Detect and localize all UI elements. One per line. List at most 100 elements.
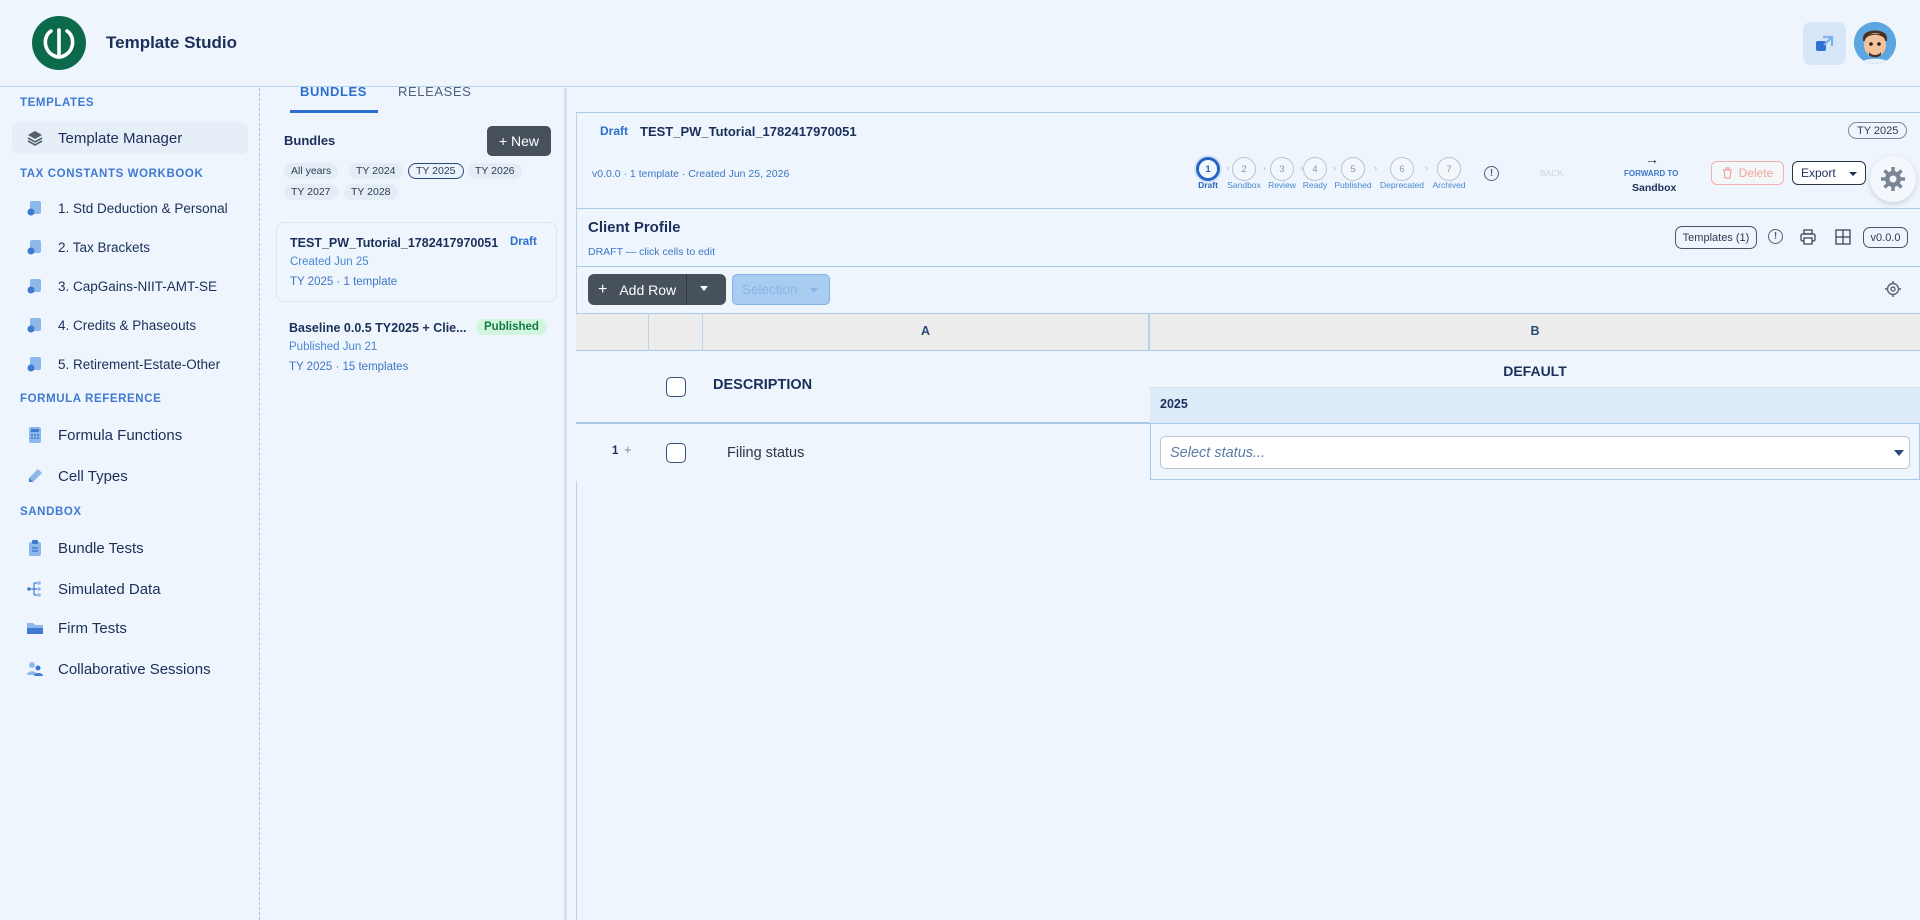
external-link-button[interactable] xyxy=(1803,22,1846,65)
select-all-checkbox[interactable] xyxy=(666,377,686,397)
delete-button[interactable]: Delete xyxy=(1711,161,1784,185)
step-deprecated[interactable]: 6 xyxy=(1390,157,1414,181)
version-button[interactable]: v0.0.0 xyxy=(1863,227,1908,248)
plus-icon: + xyxy=(598,280,608,298)
filing-status-select[interactable]: Select status... xyxy=(1160,436,1910,469)
grid-settings-icon[interactable] xyxy=(1884,280,1902,298)
forward-target[interactable]: Sandbox xyxy=(1632,182,1676,194)
workbook-icon xyxy=(27,279,41,294)
sidebar-item-simulated-data[interactable]: Simulated Data xyxy=(12,573,248,605)
sidebar-item-collaborative-sessions[interactable]: Collaborative Sessions xyxy=(12,653,248,685)
sidebar-item-tax-brackets[interactable]: 2. Tax Brackets xyxy=(12,231,248,263)
bundle-card-baseline[interactable]: Baseline 0.0.5 TY2025 + Clie... Publishe… xyxy=(276,308,557,388)
status-badge-draft: Draft xyxy=(510,236,537,248)
filter-chip-all-years[interactable]: All years xyxy=(284,163,339,179)
sidebar-item-cell-types[interactable]: Cell Types xyxy=(12,460,248,492)
sidebar-item-label: 1. Std Deduction & Personal xyxy=(58,200,228,216)
workbook-icon xyxy=(27,201,41,216)
sidebar-item-label: Formula Functions xyxy=(58,426,183,444)
forward-button-label[interactable]: FORWARD TO xyxy=(1624,169,1678,178)
templates-button[interactable]: Templates (1) xyxy=(1675,226,1757,249)
filter-chip-ty2027[interactable]: TY 2027 xyxy=(284,184,338,200)
row-description[interactable]: Filing status xyxy=(727,445,804,461)
external-link-icon xyxy=(1816,35,1834,51)
selection-dropdown[interactable]: Selection xyxy=(732,274,830,305)
back-button[interactable]: BACK xyxy=(1540,168,1563,178)
grid-view-icon[interactable] xyxy=(1835,229,1851,245)
bundles-heading: Bundles xyxy=(284,133,336,148)
avatar-face-icon xyxy=(1854,22,1896,64)
description-header: DESCRIPTION xyxy=(713,377,813,393)
spreadsheet-grid: A B DESCRIPTION DEFAULT 2025 1 + Filing … xyxy=(576,313,1920,481)
section-templates: TEMPLATES xyxy=(20,97,95,109)
sidebar-item-label: Cell Types xyxy=(58,467,128,485)
sidebar-item-label: Firm Tests xyxy=(58,619,127,637)
bundle-title: Baseline 0.0.5 TY2025 + Clie... xyxy=(289,321,467,335)
tab-releases[interactable]: RELEASES xyxy=(398,84,471,99)
user-avatar[interactable] xyxy=(1854,22,1896,64)
step-sandbox[interactable]: 2 xyxy=(1232,157,1256,181)
year-label: 2025 xyxy=(1160,397,1188,411)
active-tab-indicator xyxy=(290,110,378,113)
sidebar-item-label: 2. Tax Brackets xyxy=(58,239,151,255)
sidebar-item-retirement[interactable]: 5. Retirement-Estate-Other xyxy=(12,348,248,380)
calculator-icon xyxy=(29,427,41,443)
step-ready[interactable]: 4 xyxy=(1303,157,1327,181)
divider xyxy=(576,266,1920,267)
floating-settings-button[interactable] xyxy=(1870,156,1916,202)
filter-chip-ty2025[interactable]: TY 2025 xyxy=(408,163,464,179)
omega-logo-icon xyxy=(43,28,75,59)
sidebar-item-firm-tests[interactable]: Firm Tests xyxy=(12,612,248,644)
layers-icon xyxy=(27,131,43,146)
workbook-icon xyxy=(27,318,41,333)
sidebar-item-std-deduction[interactable]: 1. Std Deduction & Personal xyxy=(12,192,248,224)
add-row-button[interactable]: + Add Row xyxy=(588,274,726,305)
step-chevron-icon: › xyxy=(1263,163,1266,173)
divider xyxy=(576,112,1920,113)
app-logo[interactable] xyxy=(32,16,86,70)
template-info-icon[interactable]: ! xyxy=(1768,229,1783,244)
tree-icon xyxy=(27,581,41,597)
row-checkbox[interactable] xyxy=(666,443,686,463)
status-badge-published: Published xyxy=(476,319,547,335)
column-a-header[interactable]: A xyxy=(703,324,1148,338)
step-published[interactable]: 5 xyxy=(1341,157,1365,181)
export-label: Export xyxy=(1801,166,1836,180)
year-subheader xyxy=(1150,387,1920,423)
bundle-title-header: TEST_PW_Tutorial_1782417970051 xyxy=(640,124,857,139)
step-review[interactable]: 3 xyxy=(1270,157,1294,181)
filter-chip-ty2026[interactable]: TY 2026 xyxy=(468,163,522,179)
column-b-header[interactable]: B xyxy=(1150,324,1920,338)
trash-icon xyxy=(1722,167,1732,179)
workflow-info-icon[interactable]: ! xyxy=(1484,166,1499,181)
add-row-dropdown-icon[interactable] xyxy=(700,286,708,291)
step-draft[interactable]: 1 xyxy=(1196,157,1220,181)
default-header: DEFAULT xyxy=(1503,363,1567,379)
sidebar-item-label: 4. Credits & Phaseouts xyxy=(58,317,197,333)
workbook-icon xyxy=(27,240,41,255)
sidebar-item-label: Simulated Data xyxy=(58,580,161,598)
forward-arrow-icon: → xyxy=(1645,151,1659,167)
export-button[interactable]: Export xyxy=(1792,161,1866,185)
bundle-status-tag: Draft xyxy=(600,124,629,138)
sidebar-item-formula-functions[interactable]: Formula Functions xyxy=(12,419,248,451)
tab-bundles[interactable]: BUNDLES xyxy=(300,84,367,99)
sidebar-item-capgains[interactable]: 3. CapGains-NIIT-AMT-SE xyxy=(12,270,248,302)
print-icon[interactable] xyxy=(1800,229,1816,245)
section-formula-reference: FORMULA REFERENCE xyxy=(20,393,162,405)
sidebar-item-bundle-tests[interactable]: Bundle Tests xyxy=(12,532,248,564)
bundle-card-test[interactable]: TEST_PW_Tutorial_1782417970051 Draft Cre… xyxy=(276,222,557,302)
step-archived[interactable]: 7 xyxy=(1437,157,1461,181)
sidebar-item-template-manager[interactable]: Template Manager xyxy=(12,122,248,154)
filter-chip-ty2028[interactable]: TY 2028 xyxy=(344,184,398,200)
divider xyxy=(576,208,1920,209)
sidebar-item-label: Bundle Tests xyxy=(58,539,144,557)
button-divider xyxy=(686,274,687,305)
chevron-down-icon xyxy=(810,288,818,293)
sidebar-item-credits[interactable]: 4. Credits & Phaseouts xyxy=(12,309,248,341)
row-add-icon[interactable]: + xyxy=(624,442,632,457)
new-bundle-button[interactable]: + New xyxy=(487,126,551,156)
template-title: Client Profile xyxy=(588,219,681,236)
filter-chip-ty2024[interactable]: TY 2024 xyxy=(349,163,403,179)
bundle-title: TEST_PW_Tutorial_1782417970051 xyxy=(290,236,499,250)
